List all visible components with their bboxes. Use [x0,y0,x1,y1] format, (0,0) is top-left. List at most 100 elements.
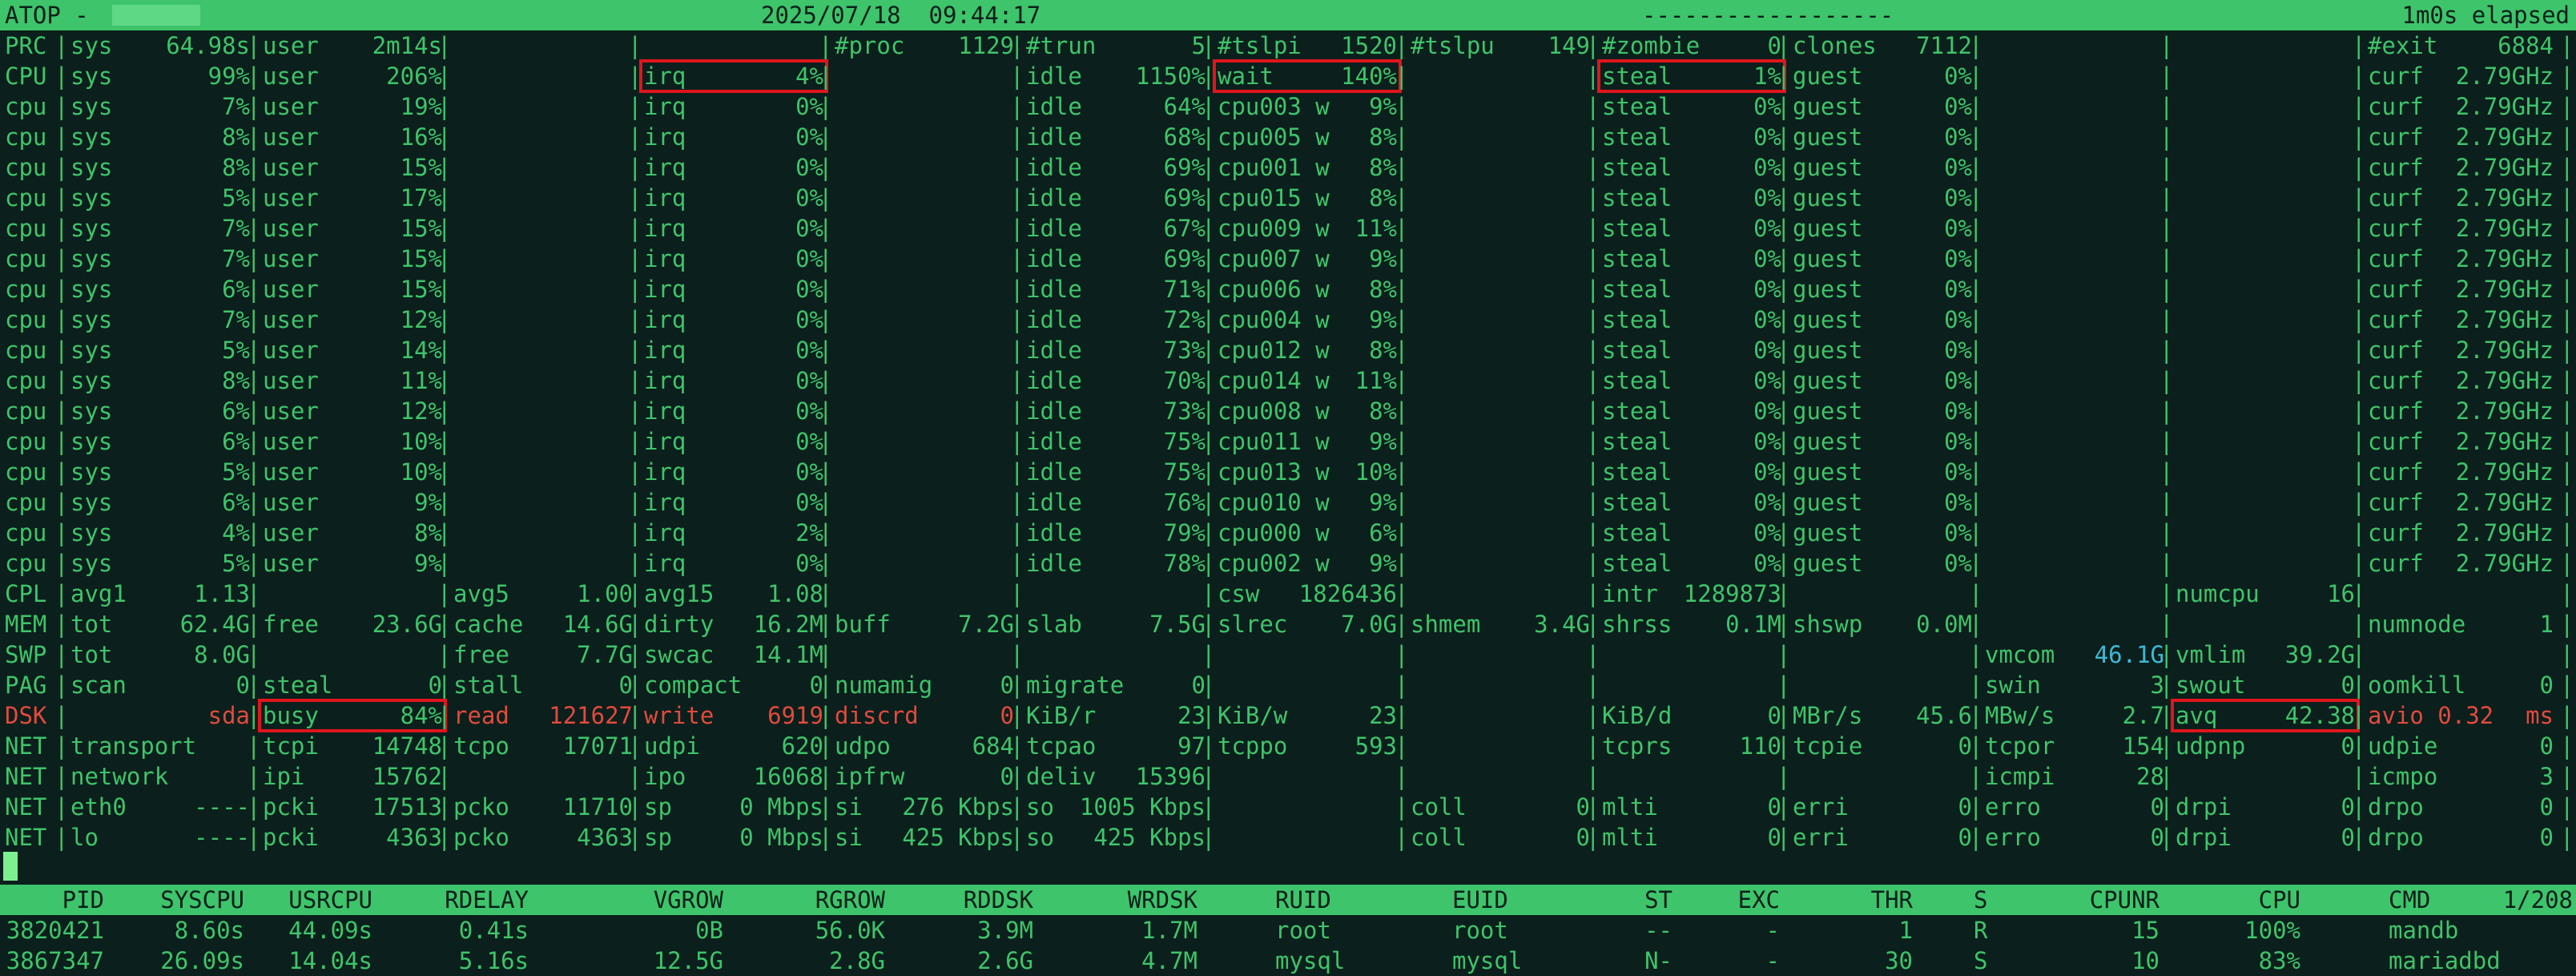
process-cell-1: 8.60s [174,917,244,944]
column-separator: | [2560,793,2574,821]
stat-cell: guest 0% [1789,304,1975,335]
column-separator: | [1777,519,1791,546]
column-separator: | [437,458,452,486]
stat-cell: user 12% [260,304,445,335]
atop-terminal[interactable]: ATOP - 2025/07/18 09:44:17 -------------… [0,0,2576,976]
stat-key: coll [1411,793,1467,821]
stat-cell [2172,457,2358,487]
column-separator: | [1969,580,1983,607]
column-separator: | [54,641,69,668]
column-separator: | [247,367,261,394]
stat-key: sys [70,306,113,333]
column-separator: | [2560,702,2574,729]
column-separator: | [1777,306,1791,333]
stat-cell: tcpi 14748 [260,731,445,761]
stat-cell: steal 0% [1599,548,1785,579]
stat-key: sys [70,276,113,303]
stat-value: 2.79GHz [2455,276,2554,303]
process-column-header-7: WRDSK [1127,886,1197,913]
stat-cell: sys 7% [67,244,253,274]
process-cell-7: 1.7M [1141,917,1197,944]
column-separator: | [1586,93,1600,120]
column-separator: | [437,337,452,364]
stat-value: 15% [400,245,442,272]
stat-value: 0% [1944,397,1972,425]
column-separator: | [1586,397,1600,425]
column-separator: | [628,763,642,790]
stat-value: 425 Kbps [1093,824,1205,851]
column-separator: | [1969,397,1983,425]
process-cell-5: 56.0K [815,917,885,944]
column-separator: | [2352,793,2366,821]
column-separator: | [1201,519,1216,546]
process-row[interactable]: 3820421 8.60s 44.09s 0.41s 0B 56.0K 3.9M 1.7M ro… [0,915,2576,946]
row-label: MEM [5,611,47,638]
column-separator: | [437,763,452,790]
stat-cell: eth0 ---- [67,792,253,822]
stat-cell: cpu006 w 8% [1214,274,1400,304]
column-separator: | [247,63,261,90]
stat-cell: write 6919 [641,700,827,731]
stat-value: 7112 [1916,32,1972,59]
stat-cell [1407,700,1593,731]
stat-value: 12% [400,306,442,333]
column-separator: | [437,489,452,516]
column-separator: | [2159,580,2174,607]
stat-row-cpu: cpu | sys 8% | user 15% | | irq 0% | | idle 69% | cpu001… [0,152,2576,183]
column-separator: | [1010,489,1024,516]
process-row[interactable]: 3867347 26.09s 14.04s 5.16s 12.5G 2.8G 2.6G 4.7… [0,946,2576,976]
stat-key: #exit [2368,32,2438,59]
stat-value: 11710 [562,793,633,821]
stat-cell: idle 73% [1023,396,1209,426]
column-separator: | [2560,641,2574,668]
row-label: cpu [5,428,47,455]
stat-value: 3 [2539,763,2554,790]
stat-key: udpie [2368,732,2438,760]
stat-key: guest [1793,397,1863,425]
stat-cell: cpu001 w 8% [1214,152,1400,183]
column-separator: | [247,306,261,333]
stat-value: 7.0G [1341,611,1397,638]
stat-cell [2365,639,2557,670]
stat-value: 2.79GHz [2455,367,2554,394]
stat-row-cpu: cpu | sys 7% | user 15% | | irq 0% | | idle 67% | cpu009… [0,213,2576,244]
column-separator: | [1586,123,1600,151]
stat-cell: cpu004 w 9% [1214,304,1400,335]
row-label: cpu [5,184,47,212]
stat-value: 4363 [577,824,633,851]
stat-cell: read 121627 [450,700,636,731]
row-label: cpu [5,397,47,425]
stat-row-cpu: cpu | sys 8% | user 16% | | irq 0% | | idle 68% | cpu005… [0,122,2576,152]
column-separator: | [247,550,261,577]
column-separator: | [2159,763,2174,790]
column-separator: | [437,641,452,668]
column-separator: | [2560,184,2574,212]
stat-key: steal [1602,367,1672,394]
stat-key: user [263,550,319,577]
stat-value: ms [2526,702,2554,729]
column-separator: | [247,154,261,181]
column-separator: | [819,550,833,577]
stat-key: cpu011 w [1218,428,1330,455]
stat-cell [1982,274,2167,304]
row-label: cpu [5,367,47,394]
stat-value: 1.08 [767,580,823,607]
stat-row-net: NET | transport | tcpi 14748 | tcpo 17071 | udpi 62… [0,731,2576,761]
process-column-header-13: S [1974,886,1988,913]
stat-cell [641,30,827,61]
stat-cell [2172,61,2358,91]
stat-cell: curf 2.79GHz [2365,365,2557,396]
stat-row-cpu: CPU | sys 99% | user 206% | | irq 4% | | idle 1150% | wa… [0,59,2576,93]
column-separator: | [2560,337,2574,364]
stat-cell: curf 2.79GHz [2365,244,2557,274]
column-separator: | [247,184,261,212]
stat-value: 0% [1944,550,1972,577]
column-separator: | [1777,641,1791,668]
process-cell-11: - [1765,917,1780,944]
stat-cell [1407,518,1593,548]
stat-key: cpu010 w [1218,489,1330,516]
column-separator: | [1586,580,1600,607]
stat-cell [1982,244,2167,274]
stat-cell: steal 0% [1599,457,1785,487]
stat-cell: slab 7.5G [1023,609,1209,639]
